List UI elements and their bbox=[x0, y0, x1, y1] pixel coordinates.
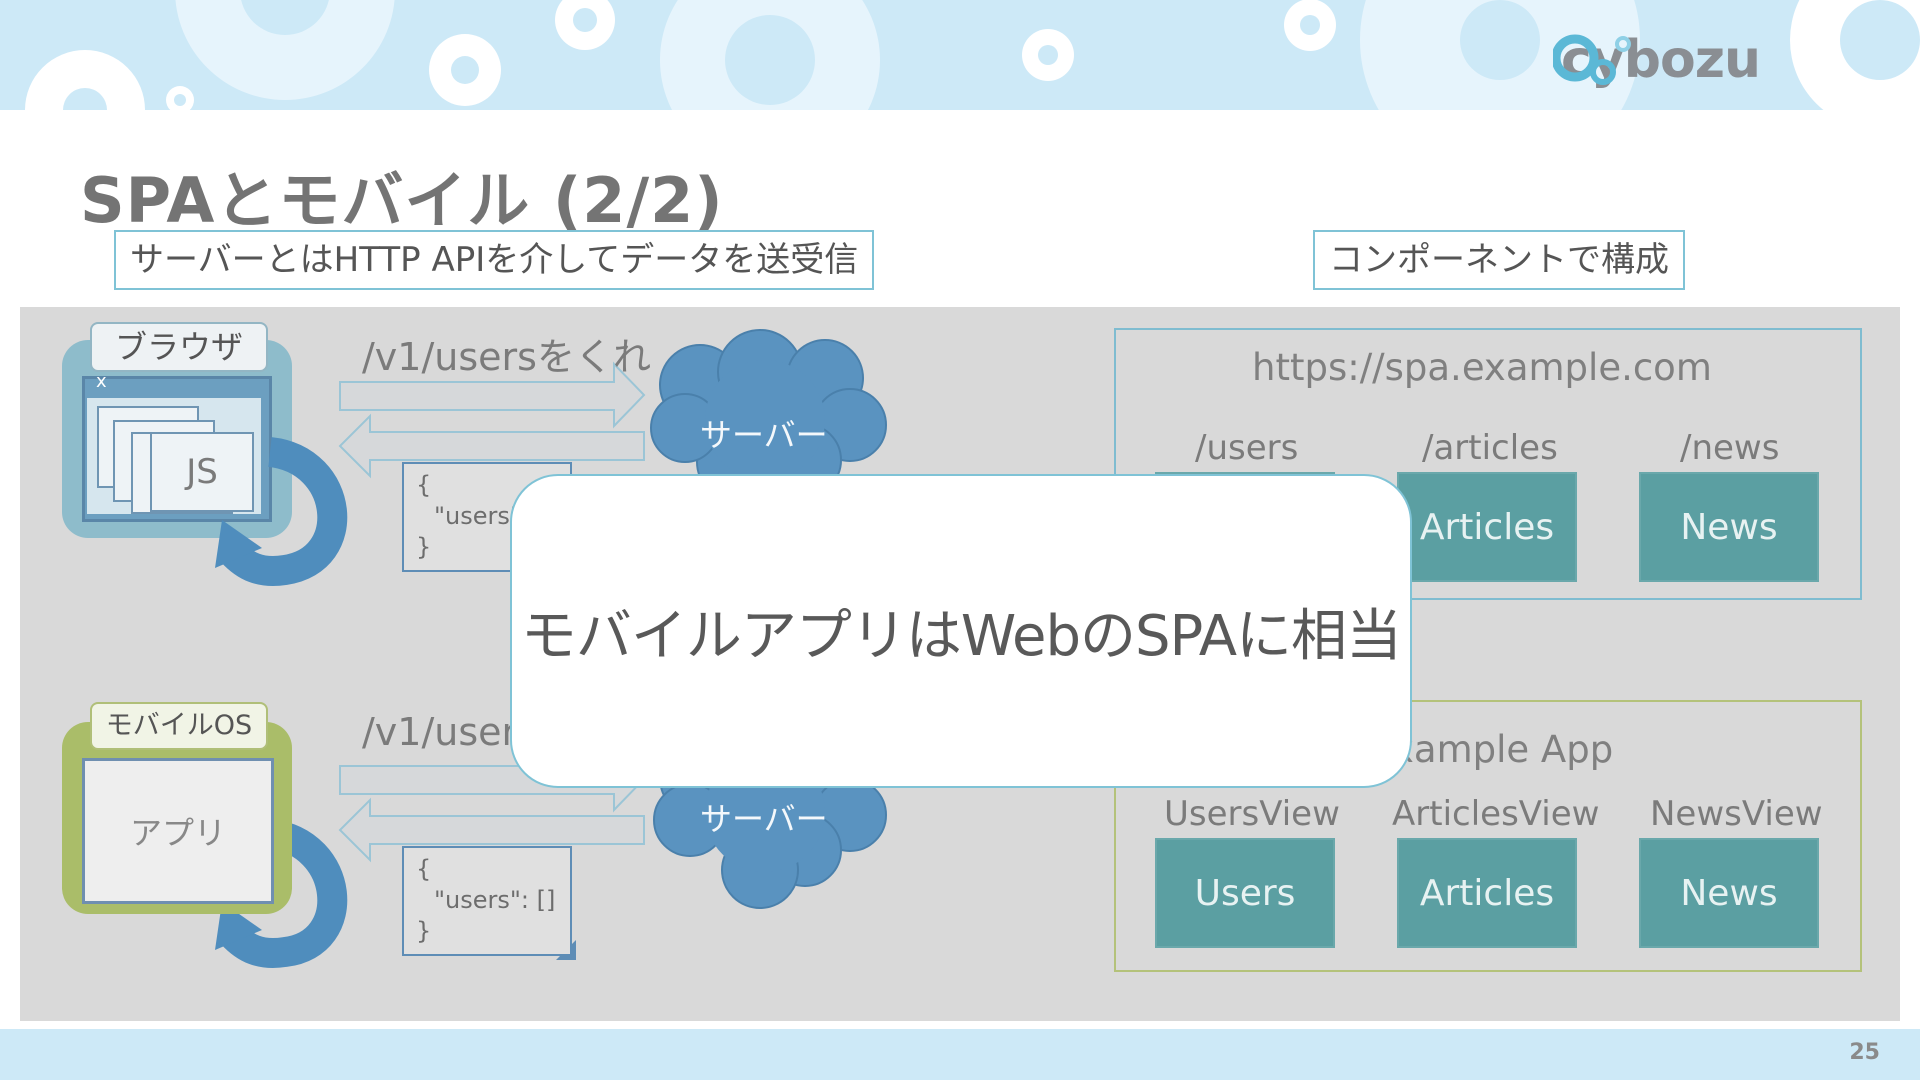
view-label: UsersView bbox=[1164, 794, 1340, 834]
component-tile: Articles bbox=[1397, 838, 1577, 948]
app-url: https://spa.example.com bbox=[1252, 346, 1712, 389]
request-label: /v1/usersをくれ bbox=[362, 335, 651, 379]
component-tile: News bbox=[1639, 472, 1819, 582]
route-label: /users bbox=[1195, 428, 1299, 468]
route-label: /news bbox=[1680, 428, 1780, 468]
mobile-app-title: xample App bbox=[1392, 728, 1614, 771]
server-label: サーバー bbox=[700, 800, 828, 838]
footer-banner bbox=[0, 1029, 1920, 1080]
component-tile: Articles bbox=[1397, 472, 1577, 582]
request-label: /v1/user bbox=[362, 710, 518, 754]
json-open: { bbox=[416, 855, 432, 883]
callout-box: モバイルアプリはWebのSPAに相当 bbox=[510, 474, 1412, 788]
app-screen: アプリ bbox=[82, 758, 274, 904]
component-tile: News bbox=[1639, 838, 1819, 948]
server-label: サーバー bbox=[700, 416, 828, 454]
component-tile: Users bbox=[1155, 838, 1335, 948]
route-label: /articles bbox=[1422, 428, 1558, 468]
json-close: } bbox=[416, 917, 432, 945]
json-response: { "users": [] } bbox=[402, 846, 572, 956]
view-label: NewsView bbox=[1650, 794, 1823, 834]
json-body: "users": [] bbox=[434, 886, 556, 914]
callout-text: モバイルアプリはWebのSPAに相当 bbox=[520, 603, 1402, 669]
mobile-os-tab: モバイルOS bbox=[90, 702, 268, 750]
page-number: 25 bbox=[1849, 1040, 1880, 1065]
view-label: ArticlesView bbox=[1392, 794, 1600, 834]
